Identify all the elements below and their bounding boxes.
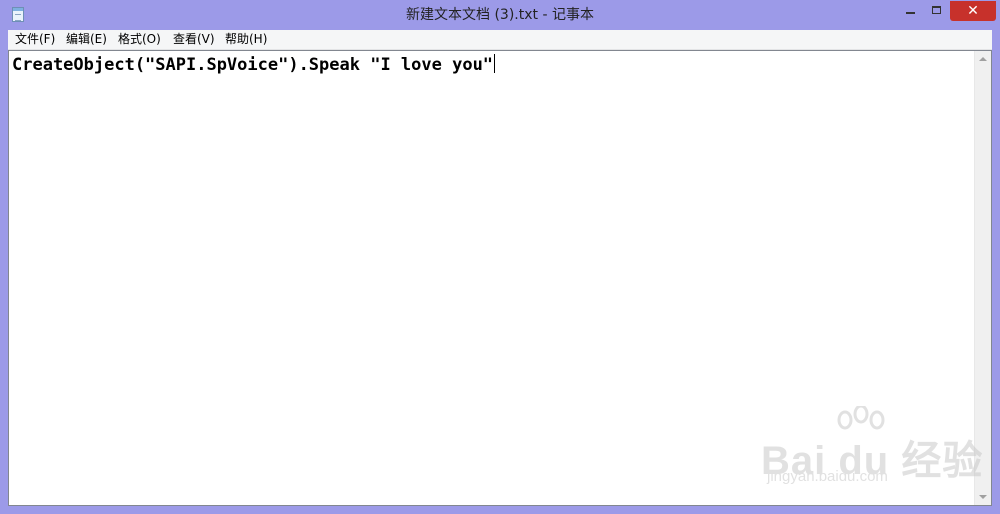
menu-edit[interactable]: 编辑(E) bbox=[63, 30, 110, 49]
scroll-up-arrow-icon[interactable] bbox=[975, 51, 991, 68]
notepad-icon[interactable] bbox=[12, 7, 24, 22]
baidu-watermark: Bai du 经验 jingyan.baidu.com bbox=[761, 406, 982, 496]
watermark-url: jingyan.baidu.com bbox=[767, 468, 888, 485]
text-editor[interactable]: CreateObject("SAPI.SpVoice").Speak "I lo… bbox=[8, 50, 992, 506]
menu-format[interactable]: 格式(O) bbox=[115, 30, 164, 49]
window-title: 新建文本文档 (3).txt - 记事本 bbox=[406, 7, 594, 23]
notepad-window: 新建文本文档 (3).txt - 记事本 ✕ 文件(F) 编辑(E) 格式(O)… bbox=[0, 0, 1000, 514]
editor-text: CreateObject("SAPI.SpVoice").Speak "I lo… bbox=[12, 55, 494, 75]
menu-help[interactable]: 帮助(H) bbox=[222, 30, 270, 49]
maximize-icon bbox=[932, 6, 941, 14]
menu-file[interactable]: 文件(F) bbox=[12, 30, 58, 49]
title-bar[interactable]: 新建文本文档 (3).txt - 记事本 ✕ bbox=[0, 0, 1000, 30]
minimize-icon bbox=[906, 12, 915, 14]
text-caret bbox=[494, 54, 496, 73]
close-button[interactable]: ✕ bbox=[950, 1, 996, 21]
close-icon: ✕ bbox=[967, 3, 979, 19]
maximize-button[interactable] bbox=[924, 1, 950, 21]
scroll-down-arrow-icon[interactable] bbox=[975, 488, 991, 505]
editor-content[interactable]: CreateObject("SAPI.SpVoice").Speak "I lo… bbox=[12, 53, 496, 77]
minimize-button[interactable] bbox=[898, 1, 924, 21]
menu-view[interactable]: 查看(V) bbox=[170, 30, 218, 49]
menu-bar: 文件(F) 编辑(E) 格式(O) 查看(V) 帮助(H) bbox=[8, 30, 992, 50]
